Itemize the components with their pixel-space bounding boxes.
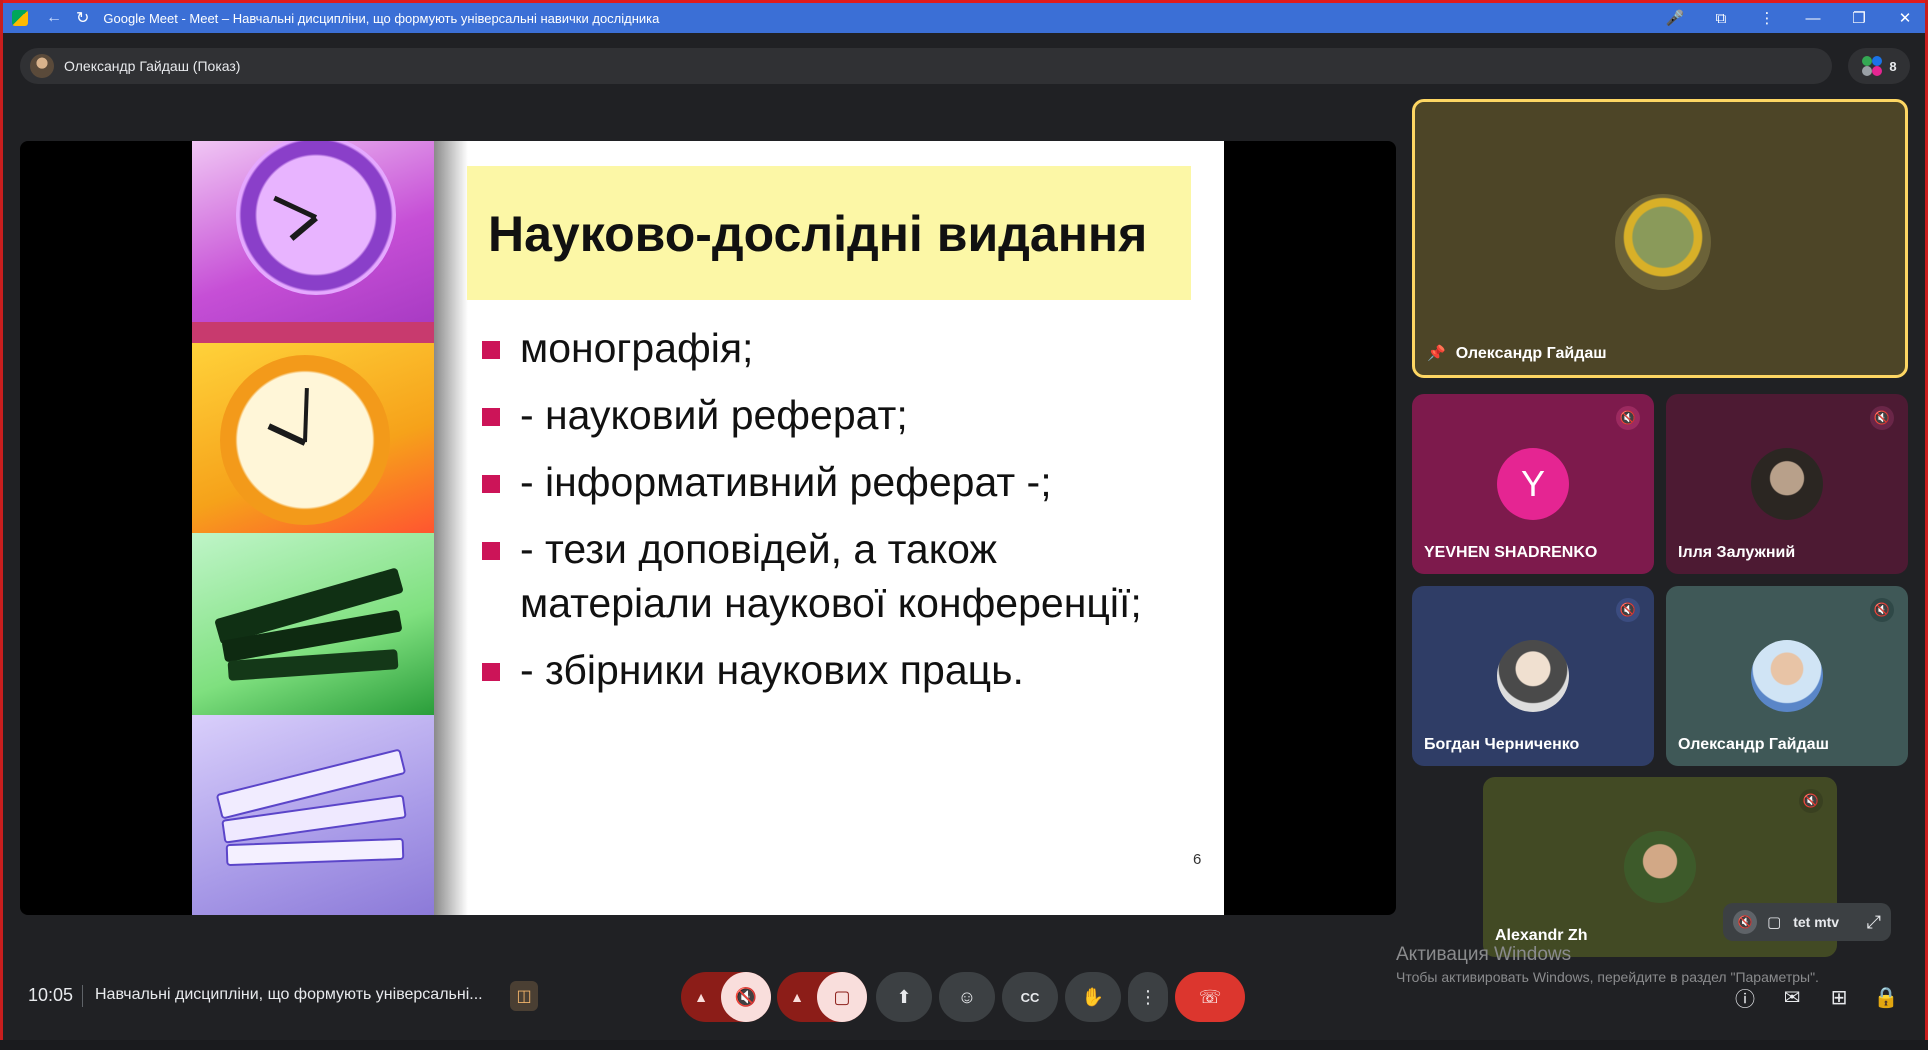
bottom-bar-divider [82, 985, 83, 1007]
slide-bullet: - інформативний реферат -; [482, 455, 1182, 509]
windows-taskbar [0, 1040, 1928, 1050]
meet-favicon-icon [12, 10, 28, 26]
mic-off-icon: 🔇 [1870, 406, 1894, 430]
slide: Науково-дослідні видання монографія; - н… [192, 141, 1224, 915]
slide-bullet: монографія; [482, 321, 1182, 375]
window-controls: 🎤 ⧉ ⋮ — ❐ ✕ [1652, 3, 1928, 33]
participant-tile[interactable]: 🔇 Ілля Залужний [1666, 394, 1908, 574]
present-screen-button[interactable]: ⬆ [876, 972, 932, 1022]
video-options-chevron-icon[interactable]: ▲ [777, 989, 817, 1005]
emoji-reaction-button[interactable]: ☺ [939, 972, 995, 1022]
orange-clock-image [192, 343, 434, 533]
camera-control: ▲ ▢ [777, 972, 867, 1022]
participant-tile[interactable]: 🔇 Богдан Черниченко [1412, 586, 1654, 766]
participant-name: 📌 Олександр Гайдаш [1427, 345, 1607, 362]
participants-button[interactable]: 8 [1848, 48, 1910, 84]
green-books-image [192, 533, 434, 715]
presenter-label: Олександр Гайдаш (Показ) [64, 58, 241, 74]
participant-avatar [1624, 831, 1696, 903]
minimize-icon[interactable]: — [1790, 3, 1836, 33]
camera-off-button[interactable]: ▢ [817, 972, 867, 1022]
participant-name: Ілля Залужний [1678, 544, 1796, 561]
participant-tile[interactable]: 🔇 Y YEVHEN SHADRENKO [1412, 394, 1654, 574]
host-controls-lock-icon[interactable]: 🔒 [1872, 983, 1900, 1011]
meeting-title: Навчальні дисципліни, що формують універ… [95, 986, 483, 1003]
participant-avatar [1751, 640, 1823, 712]
avatar-initial: Y [1520, 463, 1545, 504]
participant-name: Олександр Гайдаш [1678, 736, 1829, 753]
self-view-name: tet mtv [1793, 914, 1840, 930]
restore-icon[interactable]: ❐ [1836, 3, 1882, 33]
reload-icon[interactable]: ↻ [76, 8, 89, 28]
pin-icon: 📌 [1427, 345, 1446, 362]
meeting-info-icon[interactable]: ⓘ [1731, 983, 1759, 1011]
activity-icon[interactable]: ◫ [510, 981, 538, 1011]
mic-off-icon: 🔇 [1870, 598, 1894, 622]
window-frame-left [0, 0, 3, 1050]
mic-off-button[interactable]: 🔇 [721, 972, 771, 1022]
participant-tile[interactable]: 🔇 Олександр Гайдаш [1666, 586, 1908, 766]
microphone-indicator-icon[interactable]: 🎤 [1652, 3, 1698, 33]
leave-call-button[interactable]: ☏ [1175, 972, 1245, 1022]
close-icon[interactable]: ✕ [1882, 3, 1928, 33]
participant-name: YEVHEN SHADRENKO [1424, 544, 1598, 561]
browser-menu-icon[interactable]: ⋮ [1744, 3, 1790, 33]
purple-clock-image [192, 141, 434, 343]
presenter-avatar [30, 54, 54, 78]
microphone-control: ▲ 🔇 [681, 972, 771, 1022]
self-view-chip[interactable]: 🔇 ▢ tet mtv ⤢ [1723, 903, 1891, 941]
more-options-button[interactable]: ⋮ [1128, 972, 1168, 1022]
meeting-time: 10:05 [28, 985, 74, 1005]
captions-button[interactable]: CC [1002, 972, 1058, 1022]
participant-avatar: Y [1497, 448, 1569, 520]
mic-off-icon: 🔇 [1616, 406, 1640, 430]
audio-options-chevron-icon[interactable]: ▲ [681, 989, 721, 1005]
participant-tile-pinned[interactable]: 📌 Олександр Гайдаш [1412, 99, 1908, 378]
slide-page-number: 6 [1193, 851, 1202, 868]
activities-grid-icon[interactable]: ⊞ [1825, 983, 1853, 1011]
slide-shadow [434, 141, 468, 915]
chat-icon[interactable]: ✉ [1778, 983, 1806, 1011]
camera-off-icon: ▢ [1767, 914, 1782, 931]
slide-bullet: - збірники наукових праць. [482, 643, 1182, 697]
participant-avatar [1751, 448, 1823, 520]
presentation-stage[interactable]: Науково-дослідні видання монографія; - н… [20, 141, 1396, 915]
slide-bullet-list: монографія; - науковий реферат; - інформ… [482, 321, 1182, 710]
extension-icon[interactable]: ⧉ [1698, 3, 1744, 33]
slide-bullet: - тези доповідей, а також матеріали наук… [482, 522, 1182, 630]
participants-icon [1861, 55, 1883, 77]
presenter-bar[interactable]: Олександр Гайдаш (Показ) [20, 48, 1832, 84]
slide-bullet: - науковий реферат; [482, 388, 1182, 442]
expand-icon[interactable]: ⤢ [1867, 912, 1881, 933]
mic-off-icon: 🔇 [1799, 789, 1823, 813]
back-arrow-icon[interactable]: ← [46, 9, 62, 27]
slide-divider [192, 322, 434, 343]
windows-activation-title: Активация Windows [1396, 944, 1572, 965]
participant-avatar [1615, 194, 1711, 290]
participant-name: Богдан Черниченко [1424, 736, 1580, 753]
mic-off-icon: 🔇 [1733, 910, 1757, 934]
participant-name: Alexandr Zh [1495, 927, 1588, 944]
slide-decoration [192, 141, 434, 915]
participant-avatar [1497, 640, 1569, 712]
mic-off-icon: 🔇 [1616, 598, 1640, 622]
browser-title-bar: ← ↻ Google Meet - Meet – Навчальні дисци… [0, 0, 1928, 33]
slide-title: Науково-дослідні видання [488, 206, 1148, 262]
participant-count: 8 [1889, 58, 1897, 74]
raise-hand-button[interactable]: ✋ [1065, 972, 1121, 1022]
window-title: Google Meet - Meet – Навчальні дисциплін… [103, 10, 660, 26]
violet-books-image [192, 715, 434, 915]
